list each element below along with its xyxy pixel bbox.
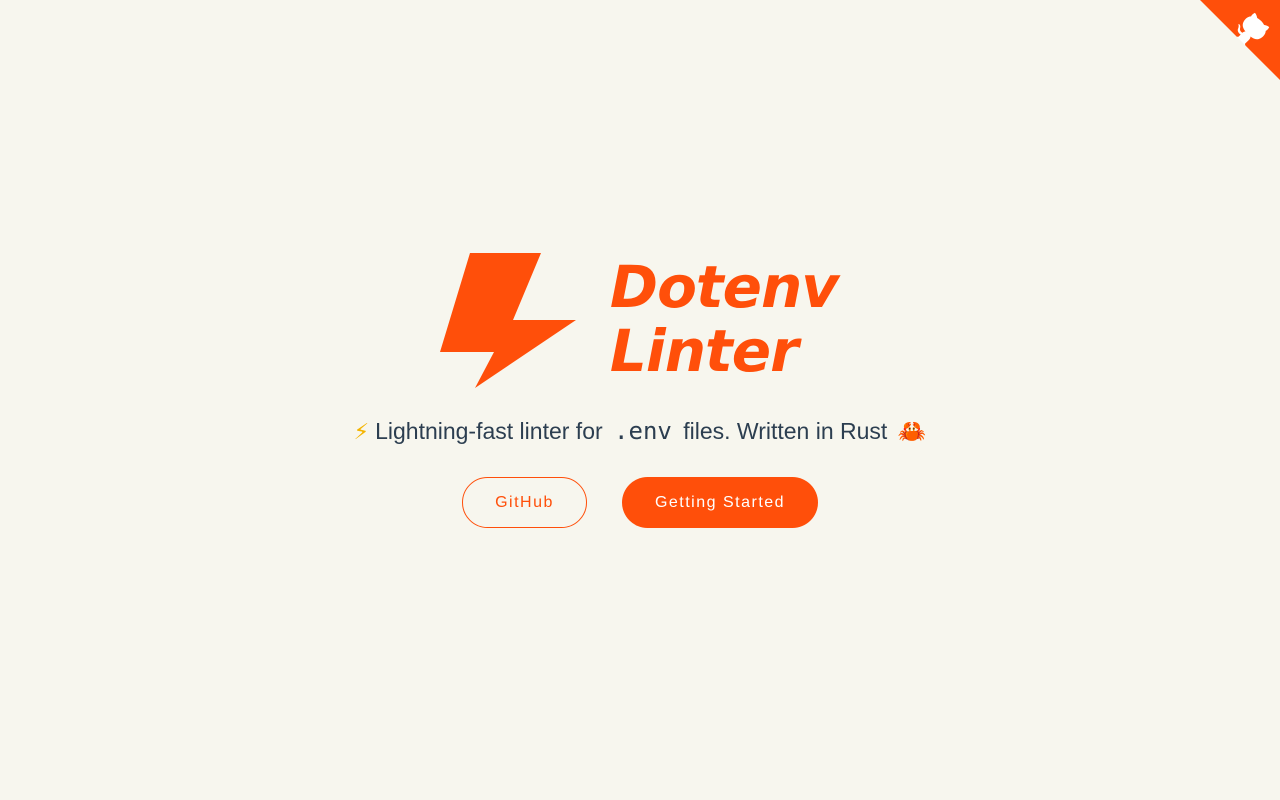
lightning-emoji-icon: ⚡ bbox=[353, 419, 370, 444]
crab-emoji-icon: 🦀 bbox=[897, 418, 927, 444]
getting-started-button[interactable]: Getting Started bbox=[622, 477, 818, 528]
tagline-text-end: files. Written in Rust bbox=[683, 418, 888, 444]
github-button[interactable]: GitHub bbox=[462, 477, 587, 528]
action-buttons: GitHub Getting Started bbox=[0, 477, 1280, 528]
logo-wordmark: Dotenv Linter bbox=[609, 253, 839, 385]
logo-line-1: Dotenv bbox=[609, 253, 839, 321]
tagline-code: .env bbox=[614, 417, 672, 445]
logo: Dotenv Linter bbox=[439, 252, 839, 388]
github-octocat-icon bbox=[1200, 0, 1280, 80]
lightning-bolt-icon bbox=[439, 253, 576, 388]
tagline: ⚡ Lightning-fast linter for .env files. W… bbox=[0, 416, 1280, 447]
landing-page: Dotenv Linter ⚡ Lightning-fast linter for… bbox=[0, 0, 1280, 800]
hero-section: Dotenv Linter ⚡ Lightning-fast linter for… bbox=[0, 252, 1280, 528]
github-corner-link[interactable] bbox=[1200, 0, 1280, 80]
logo-line-2: Linter bbox=[609, 317, 799, 385]
tagline-text-start: Lightning-fast linter for bbox=[375, 418, 603, 444]
